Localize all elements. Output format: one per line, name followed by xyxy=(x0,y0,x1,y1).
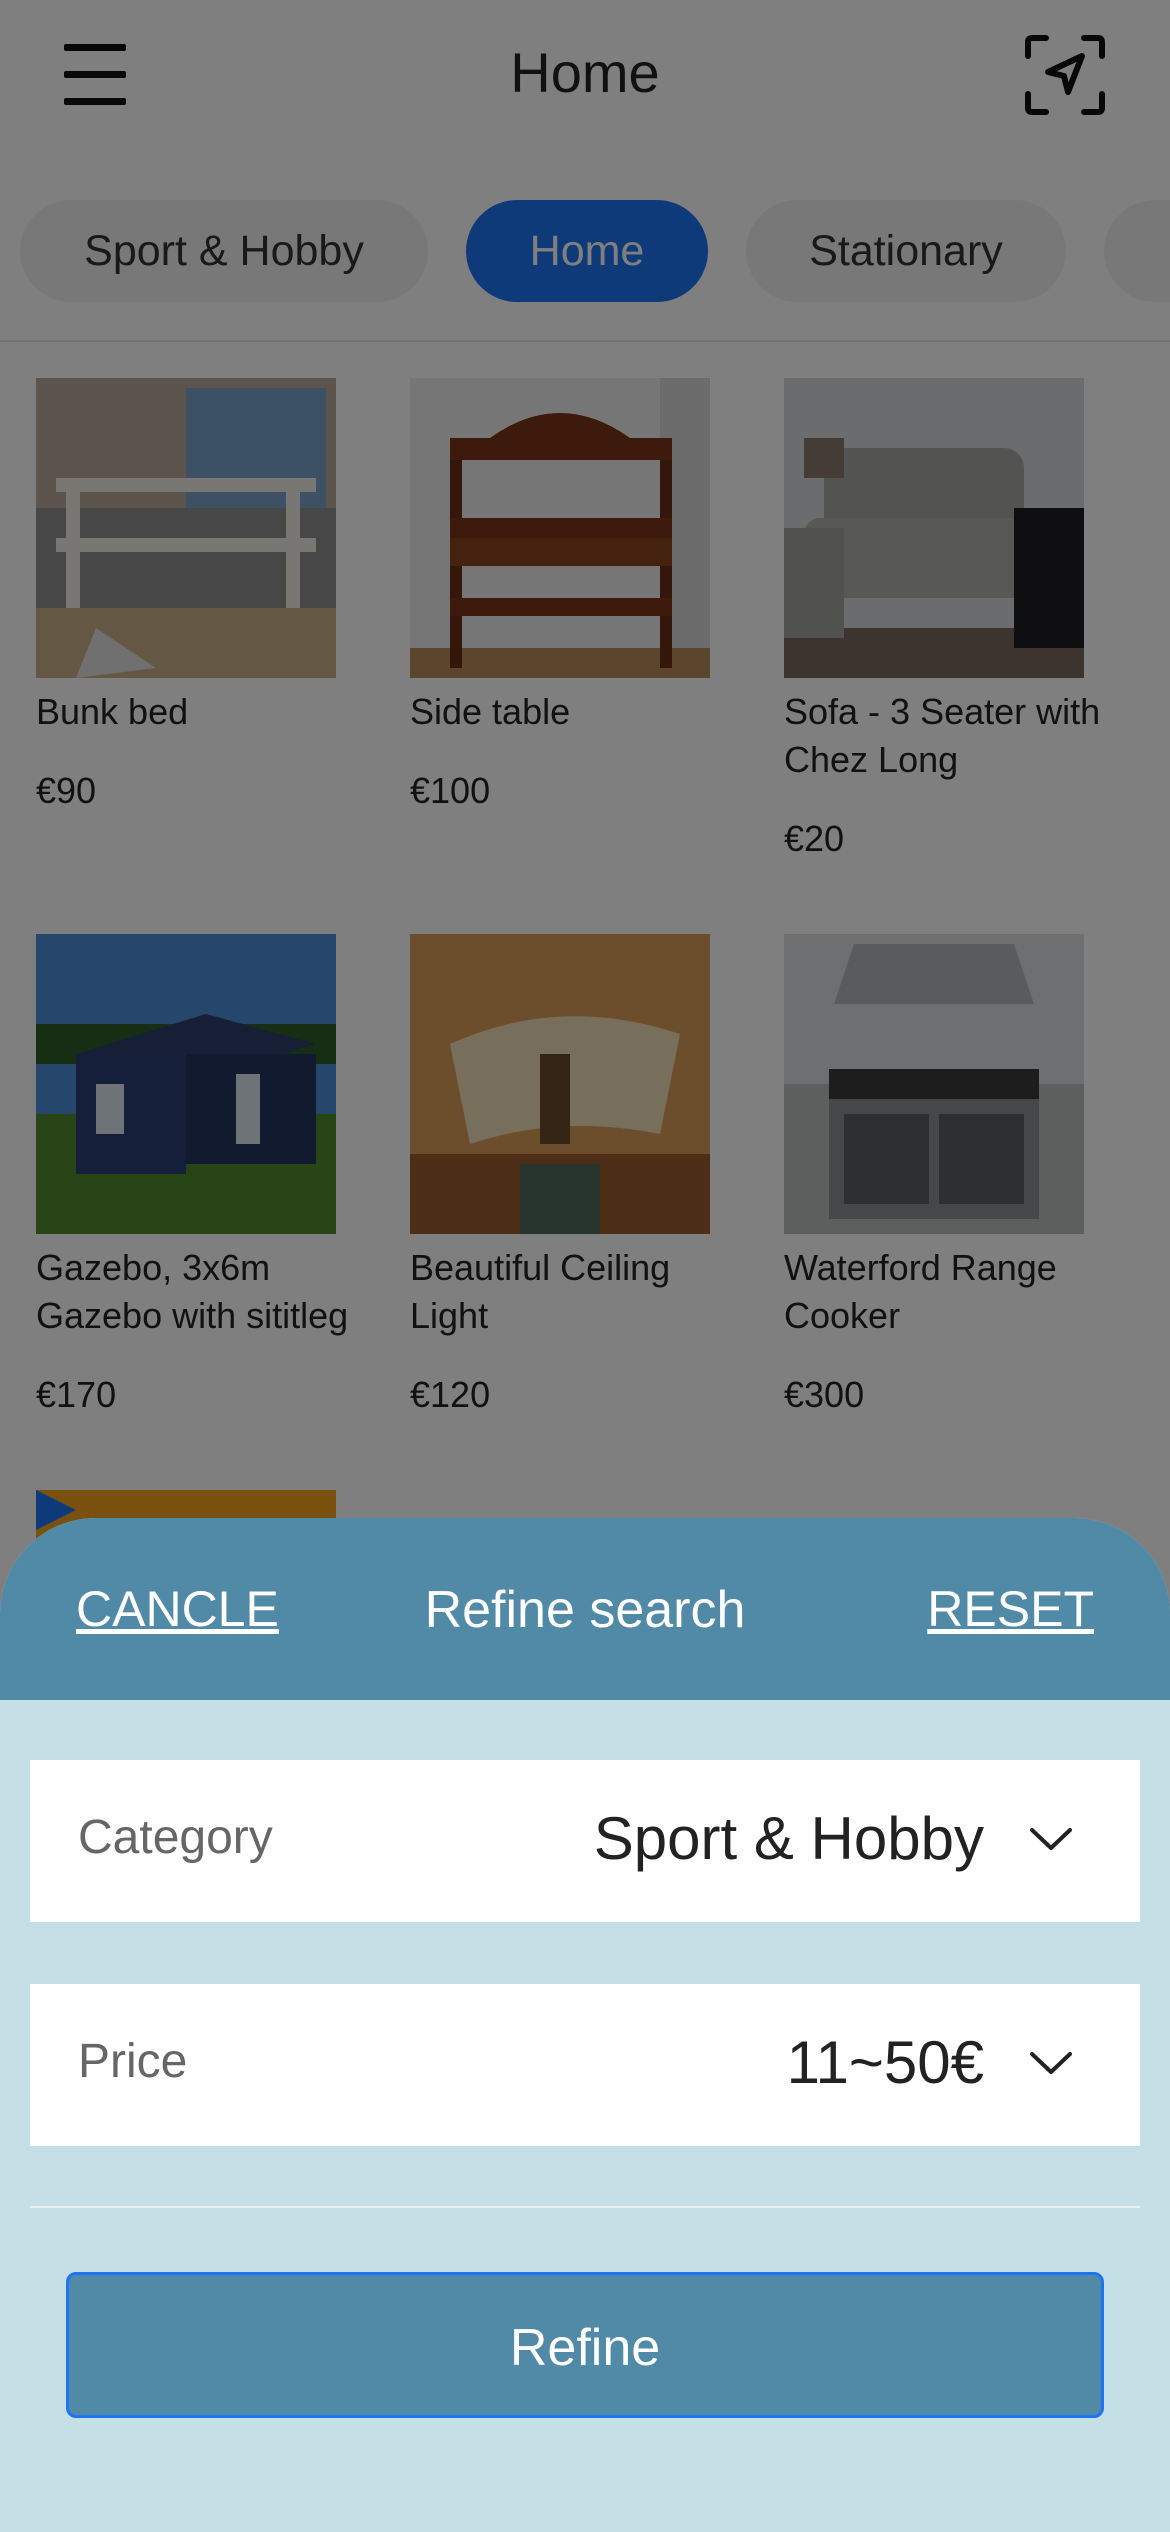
price-label: Price xyxy=(78,2035,188,2088)
category-select[interactable]: Category Sport & Hobby xyxy=(30,1760,1140,1922)
category-value: Sport & Hobby xyxy=(593,1805,984,1872)
reset-button[interactable]: RESET xyxy=(927,1580,1094,1638)
price-value: 11~50€ xyxy=(786,2029,984,2096)
sheet-divider xyxy=(30,2206,1140,2208)
sheet-header: CANCLE Refine search RESET xyxy=(0,1518,1170,1700)
chevron-down-icon xyxy=(1030,1828,1072,1850)
chevron-down-icon xyxy=(1030,2052,1072,2074)
refine-button[interactable]: Refine xyxy=(66,2272,1104,2418)
category-label: Category xyxy=(78,1811,273,1864)
price-select[interactable]: Price 11~50€ xyxy=(30,1984,1140,2146)
